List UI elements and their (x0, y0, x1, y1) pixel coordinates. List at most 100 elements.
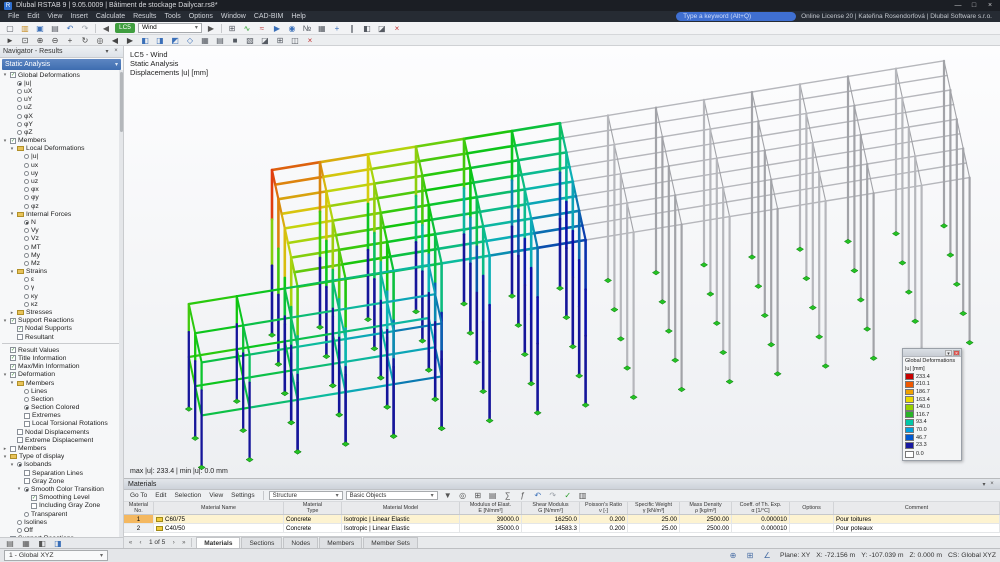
view-x-icon[interactable]: ◧ (138, 35, 152, 46)
calculate-icon[interactable]: ⊞ (225, 23, 239, 34)
tree-item-r-31[interactable]: ✓ Nodal Supports (0, 325, 123, 333)
menu-tools[interactable]: Tools (160, 11, 184, 22)
tree-item-d-11[interactable]: Extreme Displacement (0, 436, 123, 444)
rotate-view-icon[interactable]: ↻ (78, 35, 92, 46)
table-cell[interactable]: Concrete (284, 515, 342, 523)
tree-item-d-5[interactable]: Lines (0, 387, 123, 395)
menu-view[interactable]: View (43, 11, 66, 22)
table-search-icon[interactable]: ◎ (456, 490, 470, 501)
scrollbar-thumb[interactable] (119, 72, 123, 132)
navigator-tab-results[interactable]: ◨ (51, 538, 65, 549)
guidelines-icon[interactable]: ∥ (345, 23, 359, 34)
table-cell[interactable]: 25.00 (628, 524, 680, 532)
expander-icon[interactable]: ▾ (9, 146, 15, 152)
snap-icon[interactable]: + (330, 23, 344, 34)
tree-item-r-0[interactable]: ▾ ✓ Global Deformations (0, 71, 123, 79)
close-view-icon[interactable]: × (303, 35, 317, 46)
expander-icon[interactable]: ▾ (9, 462, 15, 468)
table-cell[interactable]: 16250.0 (522, 515, 580, 523)
table-cell[interactable]: Concrete (284, 524, 342, 532)
expander-icon[interactable]: ▸ (9, 310, 15, 316)
shadow-icon[interactable]: ◪ (258, 35, 272, 46)
materials-menu-view[interactable]: View (206, 492, 226, 499)
tree-item-r-6[interactable]: φY (0, 120, 123, 128)
tab-membersets[interactable]: Member Sets (363, 537, 418, 548)
loadcase-select[interactable]: Wind ▾ (137, 23, 202, 33)
tree-item-d-2[interactable]: ✓ Max/Min Information (0, 363, 123, 371)
expander-icon[interactable]: ▾ (2, 318, 8, 324)
maximize-button[interactable]: □ (968, 2, 980, 9)
table-function-icon[interactable]: ƒ (516, 490, 530, 501)
status-grid-icon[interactable]: ⊞ (743, 550, 757, 561)
table-cell[interactable]: 0.200 (580, 515, 628, 523)
table-cell[interactable]: 25.00 (628, 515, 680, 523)
tree-item-r-26[interactable]: γ (0, 284, 123, 292)
minimize-button[interactable]: — (952, 2, 964, 9)
table-cell[interactable]: Isotropic | Linear Elastic (342, 515, 460, 523)
tree-item-d-0[interactable]: ✓ Result Values (0, 346, 123, 354)
expander-icon[interactable]: ▾ (2, 138, 8, 144)
analysis-type-select[interactable]: Static Analysis ▾ (2, 59, 121, 70)
table-cell[interactable]: 39000.0 (460, 515, 522, 523)
table-row[interactable]: 2 C40/50 Concrete Isotropic | Linear Elasti… (124, 524, 1000, 533)
close-icon[interactable]: × (112, 48, 120, 55)
deformation-icon[interactable]: ≈ (255, 23, 269, 34)
menu-calculate[interactable]: Calculate (92, 11, 129, 22)
tree-item-d-7[interactable]: Section Colored (0, 404, 123, 412)
zoom-window-icon[interactable]: ⊡ (18, 35, 32, 46)
new-window-icon[interactable]: ⊞ (273, 35, 287, 46)
table-cell[interactable]: C40/50 (154, 524, 284, 532)
tree-item-r-2[interactable]: uX (0, 87, 123, 95)
tree-item-r-8[interactable]: ▾ ✓ Members (0, 137, 123, 145)
tree-item-r-27[interactable]: κy (0, 292, 123, 300)
tree-item-d-22[interactable]: Off (0, 526, 123, 534)
materials-menu-selection[interactable]: Selection (171, 492, 204, 499)
tree-item-r-18[interactable]: N (0, 218, 123, 226)
next-loadcase-button[interactable]: ▶ (204, 23, 218, 34)
tree-item-r-11[interactable]: ux (0, 161, 123, 169)
tree-item-d-20[interactable]: Transparent (0, 510, 123, 518)
table-cell[interactable]: 2 (124, 524, 154, 532)
navigator-tab-display[interactable]: ▦ (19, 538, 33, 549)
section-icon[interactable]: ◪ (375, 23, 389, 34)
pin-icon[interactable]: ▾ (103, 48, 111, 55)
table-filter-icon[interactable]: ▼ (441, 490, 455, 501)
menu-insert[interactable]: Insert (66, 11, 92, 22)
tree-item-d-14[interactable]: ▾ Isobands (0, 461, 123, 469)
tree-item-d-21[interactable]: Isolines (0, 518, 123, 526)
tab-members[interactable]: Members (319, 537, 363, 548)
table-cell[interactable]: 14583.3 (522, 524, 580, 532)
view-y-icon[interactable]: ◨ (153, 35, 167, 46)
search-input[interactable] (676, 12, 797, 21)
table-export-icon[interactable]: ▤ (486, 490, 500, 501)
zoom-out-icon[interactable]: ⊖ (48, 35, 62, 46)
stop-icon[interactable]: × (390, 23, 404, 34)
expander-icon[interactable]: ▾ (16, 486, 22, 492)
tree-item-r-3[interactable]: uY (0, 96, 123, 104)
structure-3d[interactable] (124, 46, 1000, 478)
split-view-icon[interactable]: ◫ (288, 35, 302, 46)
loadcase-badge[interactable]: LC5 (115, 23, 135, 33)
table-cell[interactable]: 0.000010 (732, 515, 790, 523)
tree-item-d-9[interactable]: Local Torsional Rotations (0, 420, 123, 428)
tree-item-d-16[interactable]: Gray Zone (0, 477, 123, 485)
table-cell[interactable]: Pour toitures (834, 515, 1000, 523)
tree-item-r-12[interactable]: uy (0, 169, 123, 177)
previous-view-icon[interactable]: ◀ (108, 35, 122, 46)
tree-item-d-17[interactable]: ▾ Smooth Color Transition (0, 485, 123, 493)
tree-item-r-22[interactable]: My (0, 251, 123, 259)
first-table-button[interactable]: « (126, 540, 135, 546)
table-cell[interactable]: 2500.00 (680, 524, 732, 532)
menu-window[interactable]: Window (217, 11, 250, 22)
tree-item-r-4[interactable]: uZ (0, 104, 123, 112)
last-table-button[interactable]: » (179, 540, 188, 546)
table-sum-icon[interactable]: ∑ (501, 490, 515, 501)
next-table-button[interactable]: › (169, 540, 178, 546)
expander-icon[interactable]: ▾ (9, 269, 15, 275)
transparent-model-icon[interactable]: ▧ (243, 35, 257, 46)
select-icon[interactable]: ► (3, 35, 17, 46)
pan-icon[interactable]: + (63, 35, 77, 46)
tree-item-r-29[interactable]: ▸ Stresses (0, 308, 123, 316)
zoom-all-icon[interactable]: ◎ (93, 35, 107, 46)
tree-item-r-9[interactable]: ▾ Local Deformations (0, 145, 123, 153)
